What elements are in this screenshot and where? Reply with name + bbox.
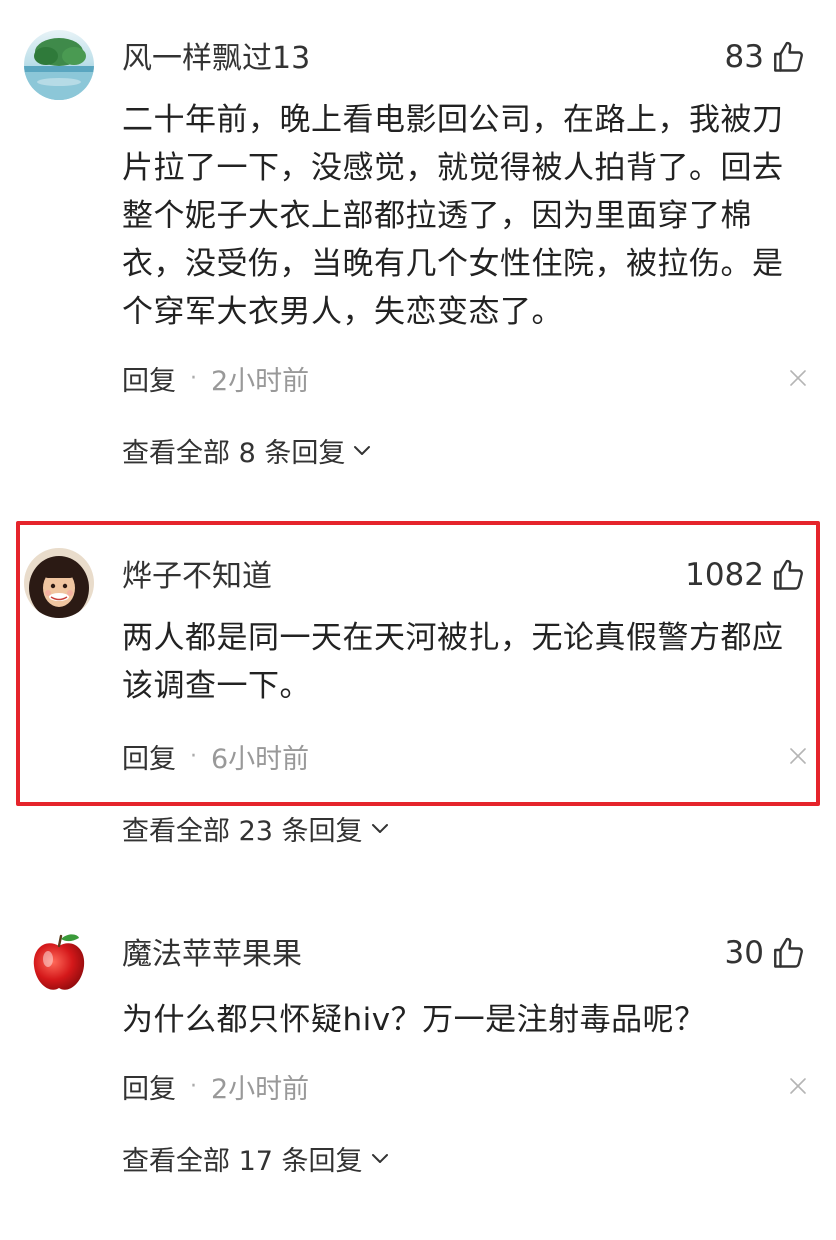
view-all-replies-button[interactable]: 查看全部 8 条回复	[122, 430, 373, 470]
comment-text: 两人都是同一天在天河被扎，无论真假警方都应该调查一下。	[122, 620, 784, 704]
reply-button[interactable]: 回复	[122, 737, 176, 776]
comment-text: 二十年前，晚上看电影回公司，在路上，我被刀片拉了一下，没感觉，就觉得被人拍背了。…	[122, 102, 784, 330]
comment-meta: 回复 · 2小时前	[122, 1066, 808, 1106]
comment-text: 为什么都只怀疑hiv？万一是注射毒品呢？	[122, 1002, 706, 1038]
username[interactable]: 魔法苹苹果果	[122, 936, 302, 974]
separator-dot: ·	[190, 365, 197, 391]
thumbs-up-icon[interactable]	[770, 935, 806, 971]
comment-meta: 回复 · 2小时前	[122, 358, 808, 398]
like-button[interactable]: 83	[725, 36, 806, 78]
close-icon[interactable]	[788, 368, 808, 388]
chevron-down-icon	[371, 1154, 388, 1163]
view-all-replies-button[interactable]: 查看全部 23 条回复	[122, 808, 391, 848]
avatar[interactable]	[24, 926, 94, 996]
like-count: 83	[724, 39, 764, 75]
like-button[interactable]: 30	[725, 932, 806, 974]
username[interactable]: 风一样飘过13	[122, 40, 310, 78]
like-button[interactable]: 1082	[685, 554, 806, 596]
close-icon[interactable]	[788, 746, 808, 766]
view-replies-label: 查看全部 8 条回复	[122, 437, 346, 469]
chevron-down-icon	[371, 824, 388, 833]
view-replies-label: 查看全部 17 条回复	[122, 1145, 363, 1177]
thumbs-up-icon[interactable]	[770, 557, 806, 593]
username[interactable]: 烨子不知道	[122, 558, 272, 596]
view-replies-label: 查看全部 23 条回复	[122, 815, 363, 847]
reply-button[interactable]: 回复	[122, 1067, 176, 1106]
close-icon[interactable]	[788, 1076, 808, 1096]
avatar[interactable]	[24, 548, 94, 618]
separator-dot: ·	[190, 743, 197, 769]
timestamp: 2小时前	[211, 1073, 310, 1105]
timestamp: 2小时前	[211, 365, 310, 397]
thumbs-up-icon[interactable]	[770, 39, 806, 75]
like-count: 1082	[685, 557, 764, 593]
timestamp: 6小时前	[211, 743, 310, 775]
chevron-down-icon	[354, 446, 371, 455]
avatar[interactable]	[24, 30, 94, 100]
comment-item: 魔法苹苹果果 30 为什么都只怀疑hiv？万一是注射毒品呢？ 回复 · 2小时前…	[0, 926, 836, 1186]
comment-item: 风一样飘过13 83 二十年前，晚上看电影回公司，在路上，我被刀片拉了一下，没感…	[0, 30, 836, 480]
comment-feed: 风一样飘过13 83 二十年前，晚上看电影回公司，在路上，我被刀片拉了一下，没感…	[0, 0, 836, 1240]
comment-item: 烨子不知道 1082 两人都是同一天在天河被扎，无论真假警方都应该调查一下。 回…	[0, 548, 836, 858]
reply-button[interactable]: 回复	[122, 359, 176, 398]
view-all-replies-button[interactable]: 查看全部 17 条回复	[122, 1138, 391, 1178]
like-count: 30	[724, 935, 764, 971]
comment-meta: 回复 · 6小时前	[122, 736, 808, 776]
separator-dot: ·	[190, 1073, 197, 1099]
